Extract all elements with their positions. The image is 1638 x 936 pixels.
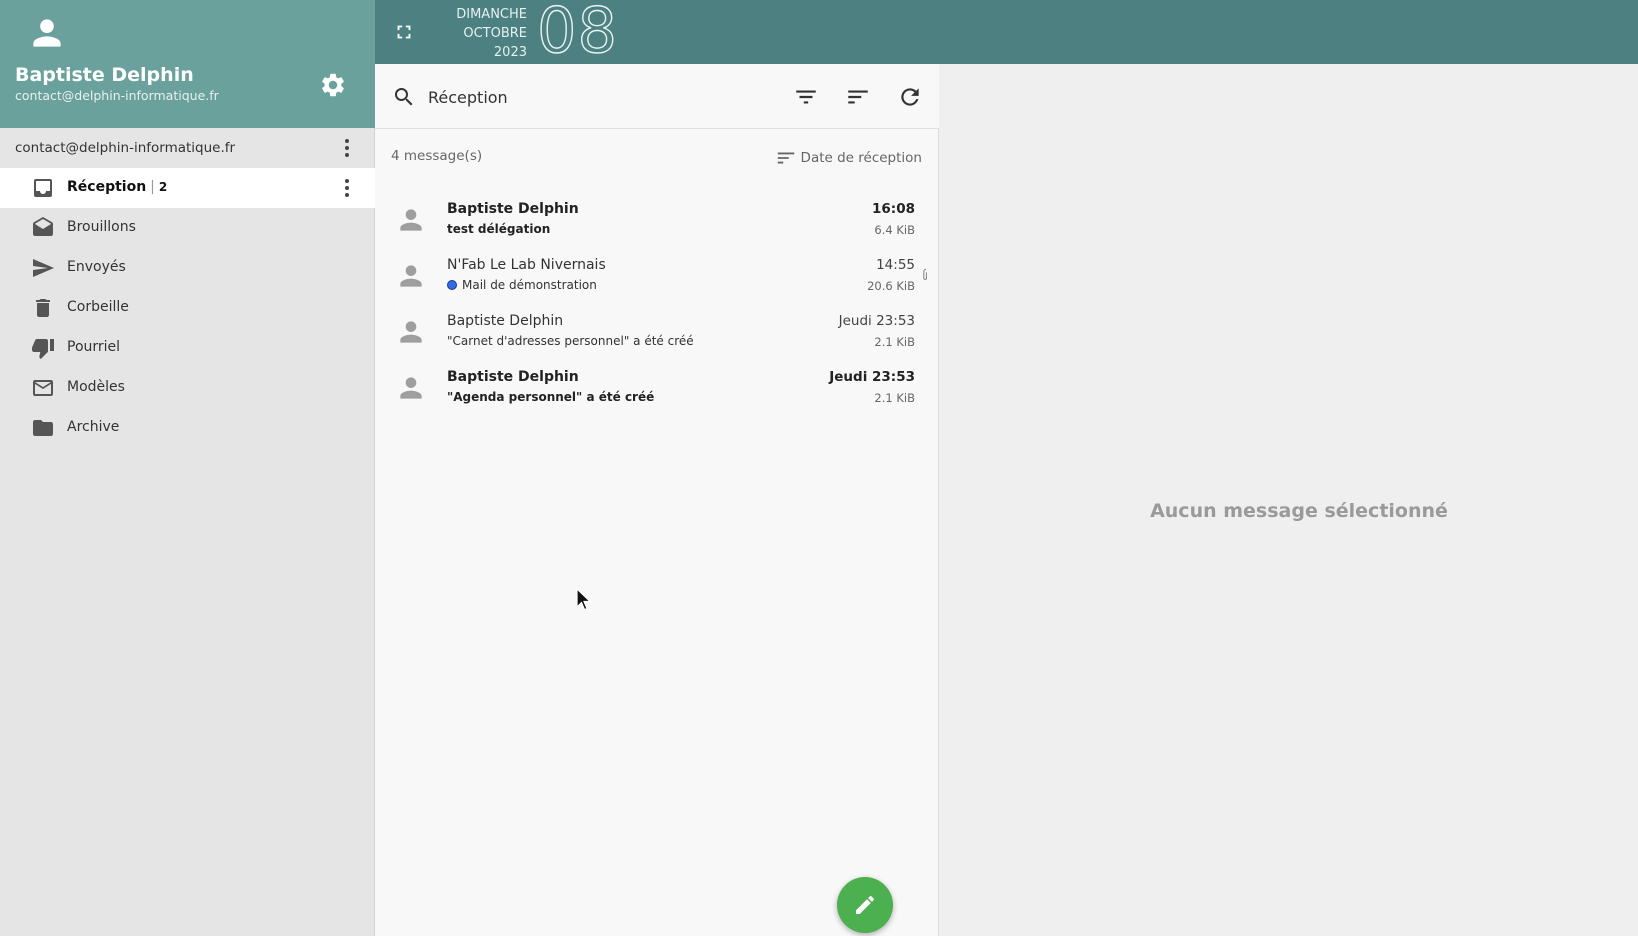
message-time: Jeudi 23:53 bbox=[838, 313, 915, 329]
avatar-icon bbox=[400, 377, 422, 399]
profile-header: Baptiste Delphin contact@delphin-informa… bbox=[0, 0, 375, 128]
message-sender: Baptiste Delphin bbox=[447, 313, 564, 329]
gear-icon[interactable] bbox=[319, 71, 347, 99]
weekday-label: DIMANCHE bbox=[456, 7, 527, 22]
drafts-icon bbox=[33, 217, 53, 236]
mail-outline-icon bbox=[33, 380, 53, 396]
sidebar-item-label: Brouillons bbox=[67, 219, 136, 235]
message-sender: Baptiste Delphin bbox=[447, 369, 579, 385]
tag-dot bbox=[447, 280, 457, 290]
account-menu-icon[interactable] bbox=[337, 136, 357, 160]
sidebar: Baptiste Delphin contact@delphin-informa… bbox=[0, 0, 375, 936]
month-label: OCTOBRE bbox=[463, 26, 527, 41]
avatar-icon bbox=[400, 265, 422, 287]
sidebar-item-corbeille[interactable]: Corbeille bbox=[0, 288, 375, 328]
reading-pane: Aucun message sélectionné bbox=[940, 64, 1638, 936]
message-sender: Baptiste Delphin bbox=[447, 201, 579, 217]
refresh-icon[interactable] bbox=[897, 84, 923, 110]
sidebar-item-label: Pourriel bbox=[67, 339, 121, 355]
send-icon bbox=[33, 259, 54, 277]
message-size: 2.1 KiB bbox=[874, 391, 915, 405]
avatar-icon bbox=[400, 321, 422, 343]
message-count: 4 message(s) bbox=[391, 148, 483, 164]
profile-email: contact@delphin-informatique.fr bbox=[15, 88, 219, 103]
message-subject: Mail de démonstration bbox=[447, 278, 597, 292]
search-input[interactable] bbox=[428, 82, 728, 112]
account-label: contact@delphin-informatique.fr bbox=[15, 140, 236, 156]
message-subject: "Carnet d'adresses personnel" a été créé bbox=[447, 334, 694, 348]
message-row[interactable]: Baptiste Delphin test délégation 16:08 6… bbox=[375, 192, 939, 248]
sidebar-item-modeles[interactable]: Modèles bbox=[0, 368, 375, 408]
sidebar-item-archive[interactable]: Archive bbox=[0, 408, 375, 448]
message-time: 16:08 bbox=[872, 201, 915, 217]
message-size: 2.1 KiB bbox=[874, 335, 915, 349]
sidebar-item-envoyes[interactable]: Envoyés bbox=[0, 248, 375, 288]
folder-menu-icon[interactable] bbox=[337, 176, 357, 200]
search-bar bbox=[375, 64, 939, 129]
message-list-panel: 4 message(s) Date de réception Baptiste … bbox=[375, 64, 939, 936]
sidebar-item-label: Modèles bbox=[67, 379, 125, 395]
sidebar-item-label: Archive bbox=[67, 419, 120, 435]
thumbs-down-icon bbox=[32, 339, 54, 359]
fullscreen-icon[interactable] bbox=[393, 21, 415, 43]
unread-count-badge: 2 bbox=[158, 180, 168, 194]
message-time: 14:55 bbox=[876, 257, 915, 273]
filter-icon[interactable] bbox=[793, 84, 819, 110]
top-bar: DIMANCHE OCTOBRE 2023 08 bbox=[375, 0, 1638, 68]
empty-state-label: Aucun message sélectionné bbox=[1150, 500, 1448, 522]
profile-name: Baptiste Delphin bbox=[15, 64, 194, 86]
message-row[interactable]: N'Fab Le Lab Nivernais Mail de démonstra… bbox=[375, 248, 939, 304]
year-label: 2023 bbox=[493, 45, 527, 60]
sidebar-item-label: Envoyés bbox=[67, 259, 126, 275]
sort-label: Date de réception bbox=[800, 150, 922, 166]
message-subject: "Agenda personnel" a été créé bbox=[447, 390, 655, 404]
user-icon bbox=[33, 19, 61, 47]
message-sender: N'Fab Le Lab Nivernais bbox=[447, 257, 606, 273]
inbox-icon bbox=[34, 179, 52, 197]
trash-icon bbox=[36, 299, 50, 317]
compose-button[interactable] bbox=[837, 877, 893, 933]
date-display: DIMANCHE OCTOBRE 2023 bbox=[435, 5, 527, 62]
attachment-icon bbox=[923, 268, 927, 280]
message-subject: test délégation bbox=[447, 222, 551, 236]
message-time: Jeudi 23:53 bbox=[829, 369, 915, 385]
sidebar-item-reception[interactable]: Réception | 2 bbox=[0, 168, 375, 208]
sort-icon bbox=[777, 152, 794, 164]
account-row[interactable]: contact@delphin-informatique.fr bbox=[0, 128, 375, 168]
pencil-icon bbox=[856, 895, 875, 914]
sidebar-item-pourriel[interactable]: Pourriel bbox=[0, 328, 375, 368]
avatar-icon bbox=[400, 209, 422, 231]
search-icon[interactable] bbox=[392, 85, 416, 109]
message-size: 20.6 KiB bbox=[867, 279, 915, 293]
sidebar-item-label: Réception | 2 bbox=[67, 179, 168, 195]
folder-icon bbox=[33, 420, 53, 436]
message-row[interactable]: Baptiste Delphin "Agenda personnel" a ét… bbox=[375, 360, 939, 416]
message-row[interactable]: Baptiste Delphin "Carnet d'adresses pers… bbox=[375, 304, 939, 360]
sidebar-item-label: Corbeille bbox=[67, 299, 129, 315]
sidebar-item-brouillons[interactable]: Brouillons bbox=[0, 208, 375, 248]
sort-icon[interactable] bbox=[845, 84, 871, 110]
message-size: 6.4 KiB bbox=[874, 223, 915, 237]
day-number: 08 bbox=[536, 0, 618, 68]
sort-by-date-button[interactable]: Date de réception bbox=[775, 147, 922, 169]
